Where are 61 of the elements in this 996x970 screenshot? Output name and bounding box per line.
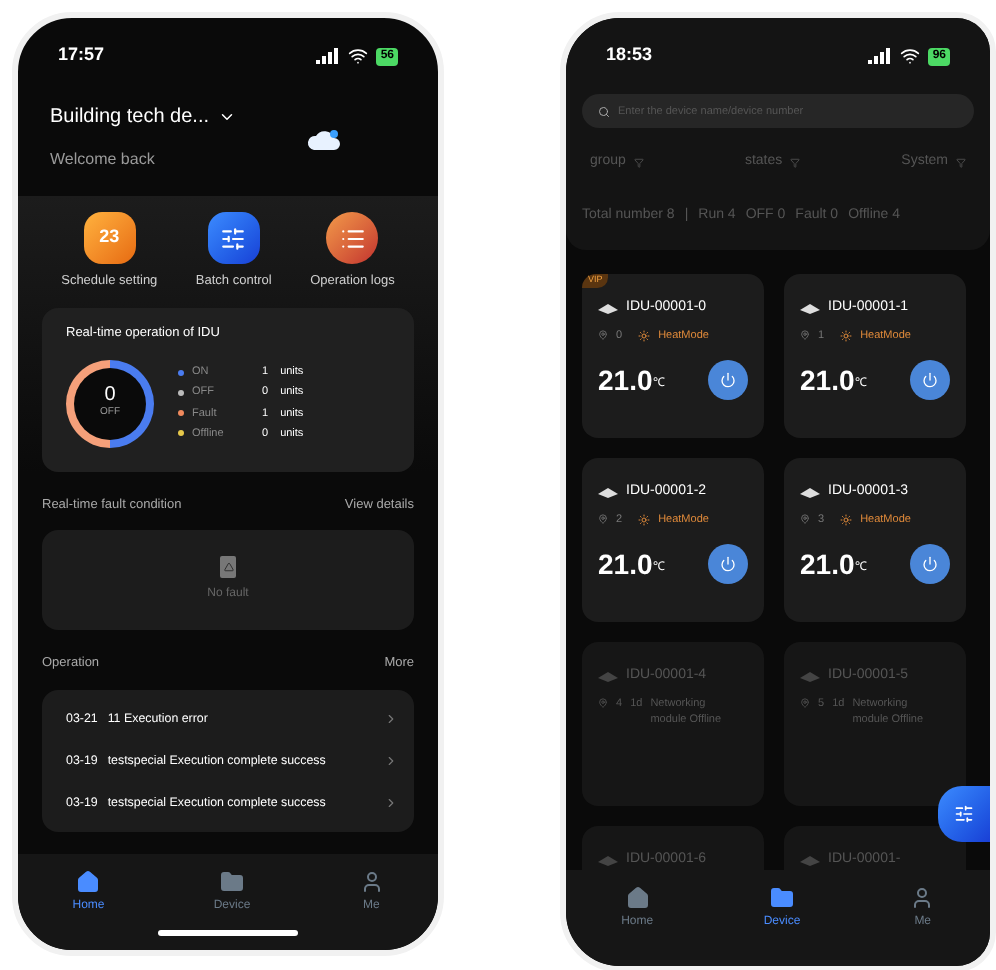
dropdown-caret-icon[interactable]	[217, 108, 235, 126]
temperature-value: 21.0	[598, 549, 653, 578]
indoor-unit-icon	[800, 671, 820, 682]
location-pin-icon	[800, 697, 810, 707]
chevron-right-icon	[384, 712, 398, 726]
folder-icon	[220, 870, 244, 894]
user-icon	[359, 870, 384, 894]
power-button[interactable]	[708, 543, 748, 584]
search-icon	[598, 105, 610, 117]
location-pin-icon	[598, 514, 608, 525]
temperature-value: 21.0	[800, 365, 855, 394]
location-pin-icon	[800, 514, 810, 525]
sun-icon	[840, 513, 853, 526]
power-icon	[922, 555, 938, 572]
clipboard-warning-icon	[220, 556, 236, 579]
filter-icon	[956, 157, 966, 168]
sun-icon	[638, 513, 651, 526]
sliders-icon	[954, 804, 974, 824]
temperature-value: 21.0	[800, 549, 855, 578]
indoor-unit-icon	[800, 487, 820, 498]
power-icon	[922, 371, 938, 388]
indoor-unit-icon	[800, 855, 820, 866]
user-icon	[910, 886, 935, 910]
location-pin-icon	[598, 330, 608, 341]
indoor-unit-icon	[598, 303, 618, 314]
indoor-unit-icon	[800, 303, 820, 314]
chevron-right-icon	[384, 796, 398, 810]
location-pin-icon	[800, 330, 810, 341]
power-icon	[720, 555, 736, 572]
location-pin-icon	[598, 697, 608, 707]
temperature-value: 21.0	[598, 365, 653, 394]
power-button[interactable]	[708, 359, 748, 400]
home-indicator	[158, 930, 298, 936]
greeting-text: Welcome back	[50, 148, 157, 172]
chevron-right-icon	[384, 754, 398, 768]
home-icon	[625, 886, 650, 910]
status-time: 17:57	[58, 42, 105, 69]
wifi-icon	[348, 46, 369, 66]
calendar-date: 23	[99, 224, 120, 251]
indoor-unit-icon	[598, 487, 618, 498]
sun-icon	[840, 329, 853, 342]
filter-icon	[633, 157, 644, 168]
status-time: 18:53	[606, 42, 653, 69]
power-button[interactable]	[910, 359, 950, 400]
list-icon	[326, 212, 379, 264]
donut-value: 0	[104, 385, 116, 406]
wifi-icon	[900, 46, 921, 66]
weather-cloud-icon	[306, 126, 342, 154]
floating-control-button[interactable]	[938, 786, 990, 842]
project-name[interactable]: Building tech de...	[50, 102, 209, 132]
filter-icon	[790, 157, 801, 168]
signal-icon	[868, 48, 893, 64]
indoor-unit-icon	[598, 855, 618, 866]
sliders-icon	[207, 212, 260, 264]
indoor-unit-icon	[598, 671, 618, 682]
power-button[interactable]	[910, 543, 950, 584]
signal-icon	[316, 48, 341, 64]
home-icon	[76, 870, 101, 894]
folder-icon	[769, 886, 794, 910]
sun-icon	[638, 329, 651, 342]
power-icon	[720, 371, 736, 388]
